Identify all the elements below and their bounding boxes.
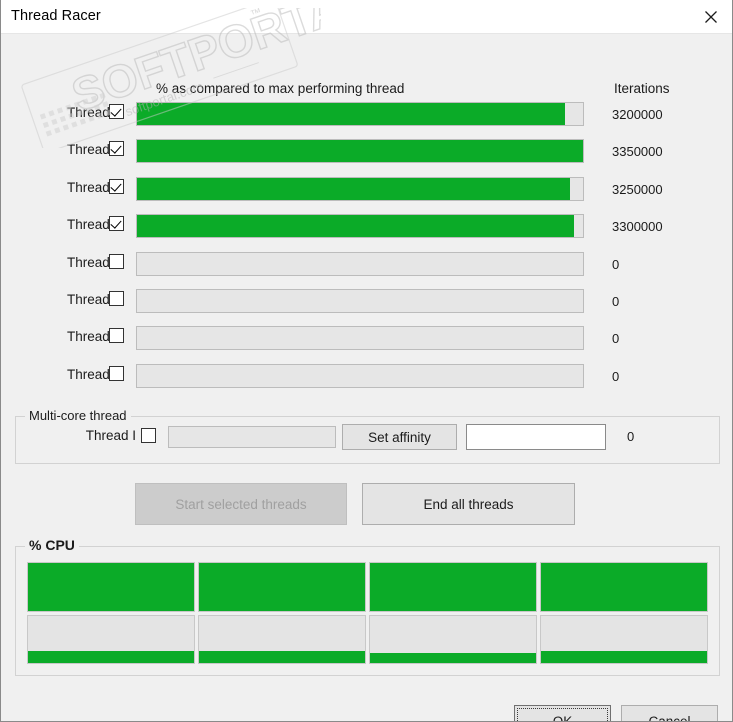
cpu-meter-fill: [28, 563, 194, 611]
thread-iterations-value: 3300000: [612, 219, 663, 235]
cpu-meter-fill: [370, 652, 536, 663]
thread-label: Thread 4: [66, 217, 121, 233]
cpu-meter: [369, 614, 537, 664]
cpu-meter: [540, 614, 708, 664]
thread-row: Thread 2 3350000: [1, 137, 732, 165]
thread-label: Thread 8: [66, 366, 121, 382]
thread-row: Thread 4 3300000: [1, 212, 732, 240]
set-affinity-button[interactable]: Set affinity: [342, 424, 457, 450]
cpu-meter: [27, 562, 195, 612]
thread-iterations-value: 0: [612, 331, 620, 347]
thread-row: Thread 8 0: [1, 362, 732, 390]
affinity-input[interactable]: [466, 424, 606, 450]
thread-iterations-value: 3250000: [612, 181, 663, 197]
thread-label: Thread 6: [66, 292, 121, 307]
multicore-thread-checkbox[interactable]: [141, 428, 156, 443]
thread-iterations-value: 0: [612, 256, 620, 272]
cancel-button[interactable]: Cancel: [621, 705, 718, 721]
thread-progress-bar: [136, 289, 584, 313]
thread-label: Thread 1: [66, 105, 121, 120]
cpu-meter-fill: [199, 650, 365, 663]
header-percent-label: % as compared to max performing thread: [156, 81, 405, 96]
thread-label: Thread 7: [66, 329, 121, 345]
thread-label-wrap: Thread 6: [13, 287, 121, 315]
ok-button-label: OK: [552, 714, 573, 722]
multicore-progress-bar: [168, 426, 336, 448]
thread-progress-bar: [136, 102, 584, 126]
cpu-meter: [198, 614, 366, 664]
thread-label-wrap: Thread 7: [13, 324, 121, 352]
thread-checkbox[interactable]: [109, 104, 124, 119]
cpu-meter-fill: [28, 650, 194, 663]
thread-label-wrap: Thread 3: [13, 175, 121, 203]
thread-label: Thread 2: [66, 142, 121, 158]
thread-row: Thread 7 0: [1, 324, 732, 352]
thread-iterations-value: 3200000: [612, 107, 663, 122]
thread-progress-fill: [137, 177, 570, 200]
thread-iterations-value: 0: [612, 294, 620, 309]
thread-label-wrap: Thread 1: [13, 100, 121, 128]
thread-label-wrap: Thread 8: [13, 362, 121, 390]
cpu-meter-fill: [541, 650, 707, 663]
multicore-iterations-value: 0: [627, 429, 635, 444]
start-selected-threads-button[interactable]: Start selected threads: [135, 483, 347, 525]
thread-row: Thread 5 0: [1, 250, 732, 278]
multicore-thread-label: Thread I: [85, 428, 136, 443]
cpu-meter-fill: [541, 563, 707, 611]
cpu-meter: [27, 614, 195, 664]
cpu-meter: [540, 562, 708, 612]
thread-progress-bar: [136, 251, 584, 276]
thread-progress-bar: [136, 139, 584, 164]
cpu-meter-fill: [199, 563, 365, 611]
cpu-meter-fill: [370, 563, 536, 611]
thread-row: Thread 1 3200000: [1, 100, 732, 128]
window-title: Thread Racer: [11, 8, 101, 24]
multicore-group: Multi-core thread Thread I Set affinity …: [15, 408, 720, 464]
thread-racer-window: Thread Racer % as compared to max perfor…: [0, 0, 733, 722]
thread-row: Thread 6 0: [1, 287, 732, 315]
cpu-meter-grid: [27, 562, 708, 664]
cpu-meter: [369, 562, 537, 612]
thread-progress-fill: [137, 140, 583, 163]
thread-checkbox[interactable]: [109, 141, 124, 157]
thread-label-wrap: Thread 4: [13, 212, 121, 240]
thread-checkbox[interactable]: [109, 178, 124, 194]
thread-progress-bar: [136, 214, 584, 239]
cpu-meter: [198, 562, 366, 612]
thread-checkbox[interactable]: [109, 328, 124, 344]
dialog-client-area: % as compared to max performing thread I…: [1, 34, 732, 722]
thread-progress-bar: [136, 326, 584, 351]
thread-checkbox[interactable]: [109, 365, 124, 381]
thread-iterations-value: 3350000: [612, 144, 663, 160]
thread-checkbox[interactable]: [109, 253, 124, 269]
title-bar: Thread Racer: [1, 0, 732, 34]
cpu-group-label: % CPU: [25, 537, 79, 553]
ok-button[interactable]: OK: [514, 705, 611, 722]
thread-label: Thread 3: [66, 179, 121, 195]
header-iterations-label: Iterations: [614, 81, 670, 96]
end-all-threads-button[interactable]: End all threads: [362, 483, 575, 525]
thread-row: Thread 3 3250000: [1, 175, 732, 203]
thread-progress-fill: [137, 215, 575, 238]
thread-progress-bar: [136, 176, 584, 201]
thread-checkbox[interactable]: [109, 291, 124, 306]
thread-progress-bar: [136, 363, 584, 388]
thread-label-wrap: Thread 5: [13, 250, 121, 278]
thread-label-wrap: Thread 2: [13, 137, 121, 165]
thread-checkbox[interactable]: [109, 216, 124, 232]
thread-label: Thread 5: [66, 254, 121, 270]
close-icon[interactable]: [688, 0, 732, 33]
multicore-group-label: Multi-core thread: [25, 408, 131, 423]
thread-iterations-value: 0: [612, 368, 620, 384]
thread-progress-fill: [137, 103, 566, 125]
